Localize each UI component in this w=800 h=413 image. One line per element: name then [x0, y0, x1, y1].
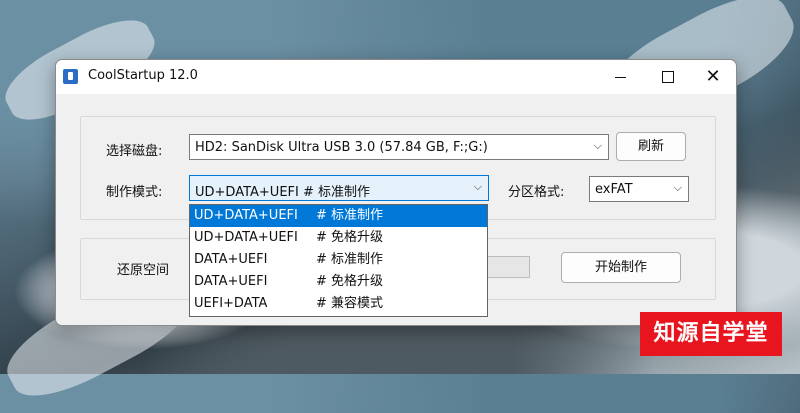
option-mode: UD+DATA+UEFI: [194, 208, 298, 223]
close-button[interactable]: ✕: [690, 60, 736, 94]
usb-app-icon: [63, 69, 78, 84]
chevron-down-icon: ⌵: [673, 181, 682, 194]
maximize-icon: [662, 71, 674, 83]
maximize-button[interactable]: [644, 60, 690, 94]
option-desc: # 免格升级: [316, 274, 384, 289]
chevron-down-icon: ⌵: [593, 139, 602, 152]
mode-select-value: UD+DATA+UEFI # 标准制作: [195, 181, 370, 200]
mode-select[interactable]: UD+DATA+UEFI # 标准制作 ⌵: [189, 175, 489, 201]
minimize-icon: [615, 77, 626, 78]
disk-select[interactable]: HD2: SanDisk Ultra USB 3.0 (57.84 GB, F:…: [189, 134, 609, 160]
option-desc: # 免格升级: [316, 230, 384, 245]
mode-select-desc: # 标准制作: [302, 185, 371, 200]
mode-option[interactable]: UD+DATA+UEFI # 标准制作: [190, 205, 487, 227]
mode-option[interactable]: UEFI+DATA # 兼容模式: [190, 293, 487, 315]
start-button[interactable]: 开始制作: [561, 252, 681, 283]
disk-label: 选择磁盘:: [106, 144, 163, 159]
option-desc: # 兼容模式: [316, 296, 384, 311]
watermark-badge: 知源自学堂: [640, 312, 782, 356]
mode-select-mode: UD+DATA+UEFI: [195, 185, 299, 200]
option-desc: # 标准制作: [316, 252, 384, 267]
disk-select-value: HD2: SanDisk Ultra USB 3.0 (57.84 GB, F:…: [195, 140, 488, 155]
close-icon: ✕: [705, 66, 721, 87]
option-mode: DATA+UEFI: [194, 274, 268, 289]
mode-option[interactable]: DATA+UEFI # 免格升级: [190, 271, 487, 293]
mode-label: 制作模式:: [106, 185, 163, 200]
progress-bar: [486, 256, 530, 278]
option-mode: UEFI+DATA: [194, 296, 268, 311]
option-mode: UD+DATA+UEFI: [194, 230, 298, 245]
refresh-button[interactable]: 刷新: [616, 132, 686, 161]
title-bar: CoolStartup 12.0 ✕: [56, 60, 736, 94]
mode-option[interactable]: UD+DATA+UEFI # 免格升级: [190, 227, 487, 249]
restore-label: 还原空间: [117, 263, 170, 278]
chevron-down-icon: ⌵: [473, 180, 482, 193]
partition-select-value: exFAT: [595, 182, 633, 197]
option-mode: DATA+UEFI: [194, 252, 268, 267]
option-desc: # 标准制作: [316, 208, 384, 223]
partition-select[interactable]: exFAT ⌵: [589, 176, 689, 202]
mode-dropdown-list: UD+DATA+UEFI # 标准制作 UD+DATA+UEFI # 免格升级 DA…: [189, 204, 488, 317]
minimize-button[interactable]: [598, 60, 644, 94]
window-title: CoolStartup 12.0: [88, 68, 198, 83]
partition-label: 分区格式:: [508, 185, 565, 200]
mode-option[interactable]: DATA+UEFI # 标准制作: [190, 249, 487, 271]
